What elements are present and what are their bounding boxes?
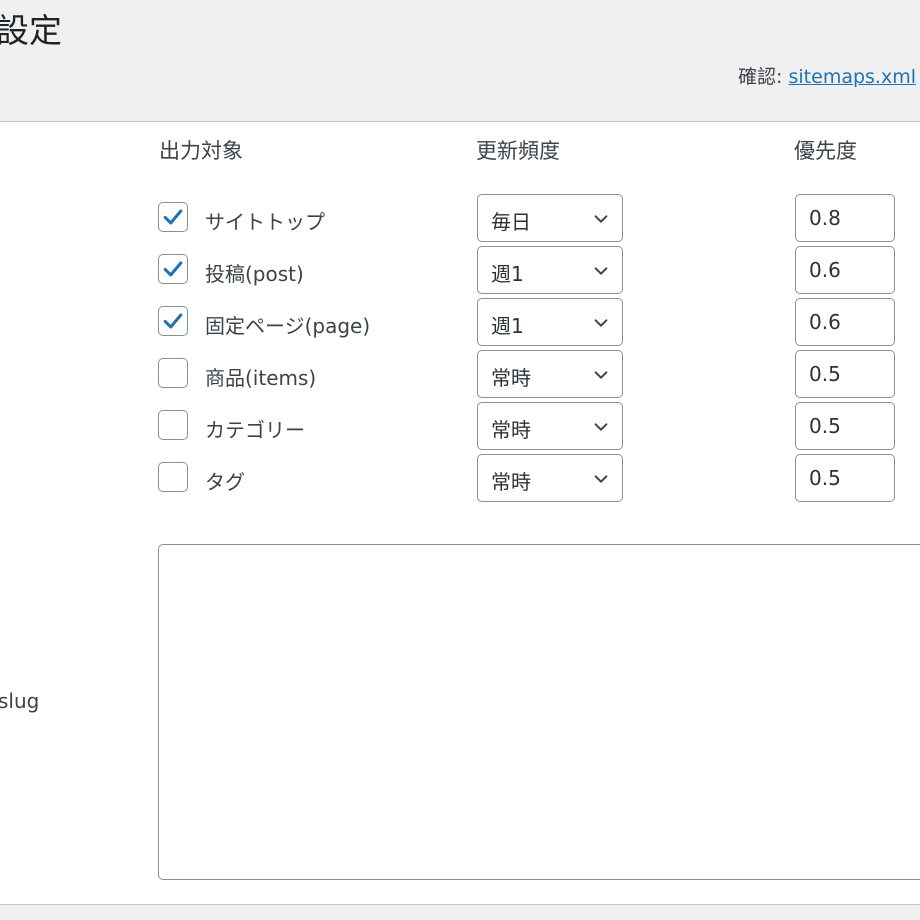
priority-value: 0.6 — [809, 310, 841, 334]
chevron-down-icon — [592, 366, 610, 384]
frequency-value: 毎日 — [491, 210, 531, 234]
priority-value: 0.5 — [809, 466, 841, 490]
row-label: サイトトップ — [205, 210, 325, 234]
priority-input[interactable]: 0.8 — [795, 194, 895, 242]
row-label: カテゴリー — [205, 418, 305, 442]
chevron-down-icon — [592, 470, 610, 488]
page-title: 設定 — [0, 11, 62, 50]
frequency-select[interactable]: 週1 — [477, 246, 623, 294]
priority-value: 0.5 — [809, 414, 841, 438]
frequency-select[interactable]: 毎日 — [477, 194, 623, 242]
row-label: 商品(items) — [205, 366, 317, 390]
priority-input[interactable]: 0.5 — [795, 454, 895, 502]
chevron-down-icon — [592, 314, 610, 332]
frequency-select[interactable]: 週1 — [477, 298, 623, 346]
frequency-value: 常時 — [491, 366, 531, 390]
frequency-value: 常時 — [491, 418, 531, 442]
priority-input[interactable]: 0.6 — [795, 298, 895, 346]
confirm-link-area: 確認: sitemaps.xml — [738, 62, 916, 89]
include-checkbox[interactable] — [158, 462, 188, 492]
priority-input[interactable]: 0.6 — [795, 246, 895, 294]
row-label: タグ — [205, 470, 245, 494]
sitemap-row: 商品(items) 常時 0.5 — [0, 350, 920, 398]
page-header: 設定 確認: sitemaps.xml — [0, 0, 920, 122]
slug-label: slug — [0, 689, 40, 713]
confirm-label: 確認: — [738, 66, 783, 88]
priority-input[interactable]: 0.5 — [795, 402, 895, 450]
sitemap-row: 投稿(post) 週1 0.6 — [0, 246, 920, 294]
column-header-frequency: 更新頻度 — [476, 139, 560, 163]
priority-input[interactable]: 0.5 — [795, 350, 895, 398]
row-label: 投稿(post) — [205, 262, 304, 286]
priority-value: 0.6 — [809, 258, 841, 282]
frequency-select[interactable]: 常時 — [477, 402, 623, 450]
include-checkbox[interactable] — [158, 202, 188, 232]
sitemap-link[interactable]: sitemaps.xml — [789, 66, 917, 88]
sitemap-row: タグ 常時 0.5 — [0, 454, 920, 502]
column-header-priority: 優先度 — [794, 139, 857, 163]
frequency-value: 常時 — [491, 470, 531, 494]
sitemap-row: カテゴリー 常時 0.5 — [0, 402, 920, 450]
sitemap-row: サイトトップ 毎日 0.8 — [0, 194, 920, 242]
include-checkbox[interactable] — [158, 306, 188, 336]
sitemap-row: 固定ページ(page) 週1 0.6 — [0, 298, 920, 346]
slug-textarea[interactable] — [158, 544, 920, 880]
frequency-value: 週1 — [491, 262, 524, 286]
frequency-value: 週1 — [491, 314, 524, 338]
chevron-down-icon — [592, 262, 610, 280]
include-checkbox[interactable] — [158, 410, 188, 440]
priority-value: 0.8 — [809, 206, 841, 230]
frequency-select[interactable]: 常時 — [477, 454, 623, 502]
column-header-target: 出力対象 — [159, 139, 243, 163]
frequency-select[interactable]: 常時 — [477, 350, 623, 398]
chevron-down-icon — [592, 418, 610, 436]
chevron-down-icon — [592, 210, 610, 228]
include-checkbox[interactable] — [158, 358, 188, 388]
priority-value: 0.5 — [809, 362, 841, 386]
include-checkbox[interactable] — [158, 254, 188, 284]
row-label: 固定ページ(page) — [205, 314, 371, 338]
